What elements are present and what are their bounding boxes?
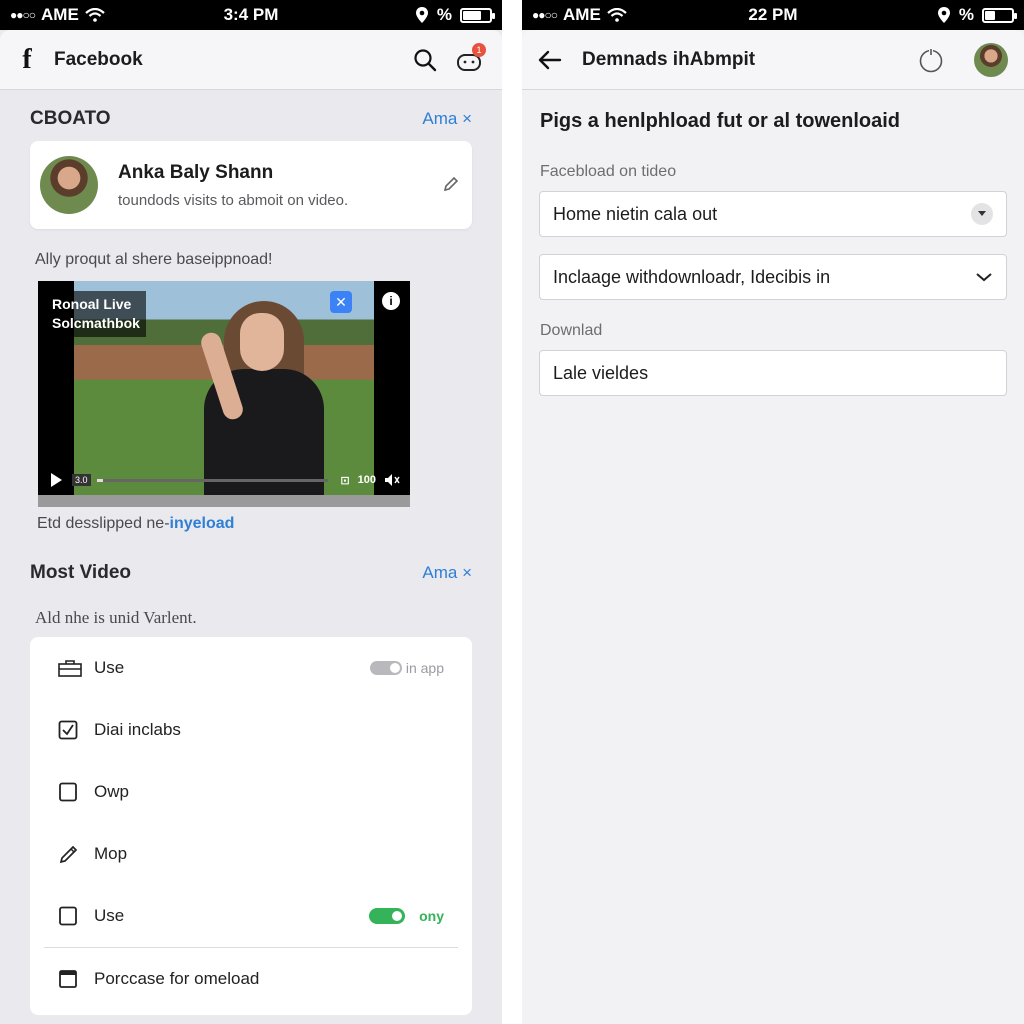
carrier-name: AME — [41, 5, 79, 24]
field-label: Downlad — [540, 322, 603, 339]
video-title-line1: Ronoal Live — [52, 296, 132, 312]
profile-card[interactable]: Anka Baly Shann toundods visits to abmoi… — [30, 141, 472, 229]
battery-percent: % — [436, 5, 452, 24]
video-player[interactable]: Ronoal Live Solcmathbok ✕ i 3.0 ⊡ 100 — [38, 281, 410, 507]
info-icon: i — [389, 294, 393, 308]
download-input[interactable]: Lale vieldes — [539, 350, 1007, 396]
download-option-select[interactable]: Inclaage withdownloadr, Idecibis in — [539, 254, 1007, 300]
avatar — [40, 156, 98, 214]
signal-icon: ●●○○ — [10, 8, 36, 22]
list-item-label: Owp — [94, 782, 129, 801]
video-source-select[interactable]: Home nietin cala out — [539, 191, 1007, 237]
input-value: Lale vieldes — [553, 362, 649, 383]
chevron-down-icon — [976, 273, 992, 282]
list-item-label: Diai inclabs — [94, 720, 181, 739]
battery-icon — [981, 7, 1017, 23]
close-icon: ✕ — [335, 293, 347, 310]
list-item-owp[interactable]: Owp — [30, 761, 472, 823]
wifi-icon — [85, 8, 105, 22]
most-video-header: Most Video Ama × — [0, 562, 502, 584]
battery-percent: % — [958, 5, 974, 24]
section-header: CBOATO Ama × — [0, 108, 502, 130]
video-time: 3.0 — [72, 474, 91, 486]
signal-icon: ●●○○ — [532, 8, 558, 22]
download-status: Etd desslipped ne-inyeload — [0, 515, 502, 533]
battery-icon — [459, 7, 495, 23]
volume-level: 100 — [357, 474, 376, 486]
status-bar: ●●○○ AME 3:4 PM % — [0, 0, 502, 30]
notification-badge: 1 — [472, 42, 486, 57]
search-icon — [414, 48, 437, 71]
app-title: Facebook — [54, 48, 143, 70]
page-title: Demnads ihAbmpit — [582, 48, 756, 70]
briefcase-icon — [58, 660, 82, 677]
clock: 3:4 PM — [223, 5, 279, 24]
checkbox-icon — [59, 782, 77, 802]
wifi-icon — [607, 8, 627, 22]
most-video-title: Most Video — [30, 562, 131, 583]
select-value: Inclaage withdownloadr, Idecibis in — [553, 266, 831, 287]
edit-icon[interactable] — [442, 175, 460, 193]
carrier-name: AME — [563, 5, 601, 24]
location-icon — [937, 7, 950, 23]
list-item-porccase[interactable]: Porccase for omeload — [30, 948, 472, 1010]
back-arrow-icon[interactable] — [538, 50, 562, 70]
section-action-link[interactable]: Ama × — [422, 109, 472, 129]
search-button[interactable] — [408, 43, 442, 77]
list-item-diai[interactable]: Diai inclabs — [30, 699, 472, 761]
video-title-overlay: Ronoal Live Solcmathbok — [46, 291, 146, 337]
checkbox-checked-icon — [58, 720, 78, 740]
list-item-use-only[interactable]: Use ony — [30, 885, 472, 947]
app-bar: Demnads ihAbmpit — [522, 30, 1024, 90]
app-bar: f Facebook 1 — [0, 30, 502, 90]
list-item-label: Porccase for omeload — [94, 969, 260, 988]
options-list: Use in app Diai inclabs Owp Mop Use ony … — [30, 637, 472, 1015]
profile-name: Anka Baly Shann — [118, 161, 274, 183]
captions-icon[interactable]: ⊡ — [340, 474, 349, 487]
clock: 22 PM — [748, 5, 798, 24]
most-video-description: Ald nhe is unid Varlent. — [35, 608, 197, 627]
calendar-icon — [59, 970, 77, 988]
toggle-label: ony — [419, 908, 444, 924]
video-progress-bar[interactable] — [96, 478, 329, 482]
list-item-use-app[interactable]: Use in app — [30, 637, 472, 699]
most-video-action-link[interactable]: Ama × — [422, 563, 472, 583]
play-icon[interactable] — [48, 472, 64, 488]
chevron-down-icon — [971, 203, 993, 225]
video-title-line2: Solcmathbok — [52, 315, 140, 331]
field-label: Facebload on tideo — [540, 163, 677, 180]
location-icon — [415, 7, 428, 23]
only-toggle[interactable] — [369, 908, 406, 924]
list-item-label: Mop — [94, 844, 128, 863]
power-icon[interactable] — [918, 47, 944, 73]
close-video-button[interactable]: ✕ — [330, 291, 352, 313]
list-item-label: Use — [94, 906, 125, 925]
download-status-text: Etd desslipped — [37, 515, 147, 532]
checkbox-icon — [59, 906, 77, 926]
avatar[interactable] — [974, 42, 1008, 77]
list-item-mop[interactable]: Mop — [30, 823, 472, 885]
download-link[interactable]: inyeload — [170, 515, 235, 532]
volume-icon[interactable] — [384, 473, 400, 487]
pen-icon — [59, 845, 78, 864]
left-phone-screen: ●●○○ AME 3:4 PM % f Facebook 1 CBOATO Am… — [0, 0, 502, 1024]
toggle-label: in app — [405, 660, 444, 676]
notifications-button[interactable]: 1 — [452, 42, 486, 77]
profile-subtitle: toundods visits to abmoit on video. — [118, 191, 349, 209]
right-phone-screen: ●●○○ AME 22 PM % Demnads ihAbmpit Pigs a… — [522, 0, 1024, 1024]
section-title: CBOATO — [30, 108, 111, 129]
share-caption: Ally proqut al shere baseippnoad! — [35, 251, 273, 268]
panel-heading: Pigs a henlphload fut or al towenloaid — [540, 110, 901, 132]
select-value: Home nietin cala out — [553, 203, 718, 224]
in-app-toggle[interactable] — [369, 661, 402, 675]
list-item-label: Use — [94, 658, 125, 677]
status-bar: ●●○○ AME 22 PM % — [522, 0, 1024, 30]
download-status-prefix: ne- — [146, 515, 170, 532]
facebook-logo-icon[interactable]: f — [16, 44, 38, 76]
video-controls: 3.0 ⊡ 100 — [38, 465, 410, 495]
info-button[interactable]: i — [382, 292, 400, 310]
